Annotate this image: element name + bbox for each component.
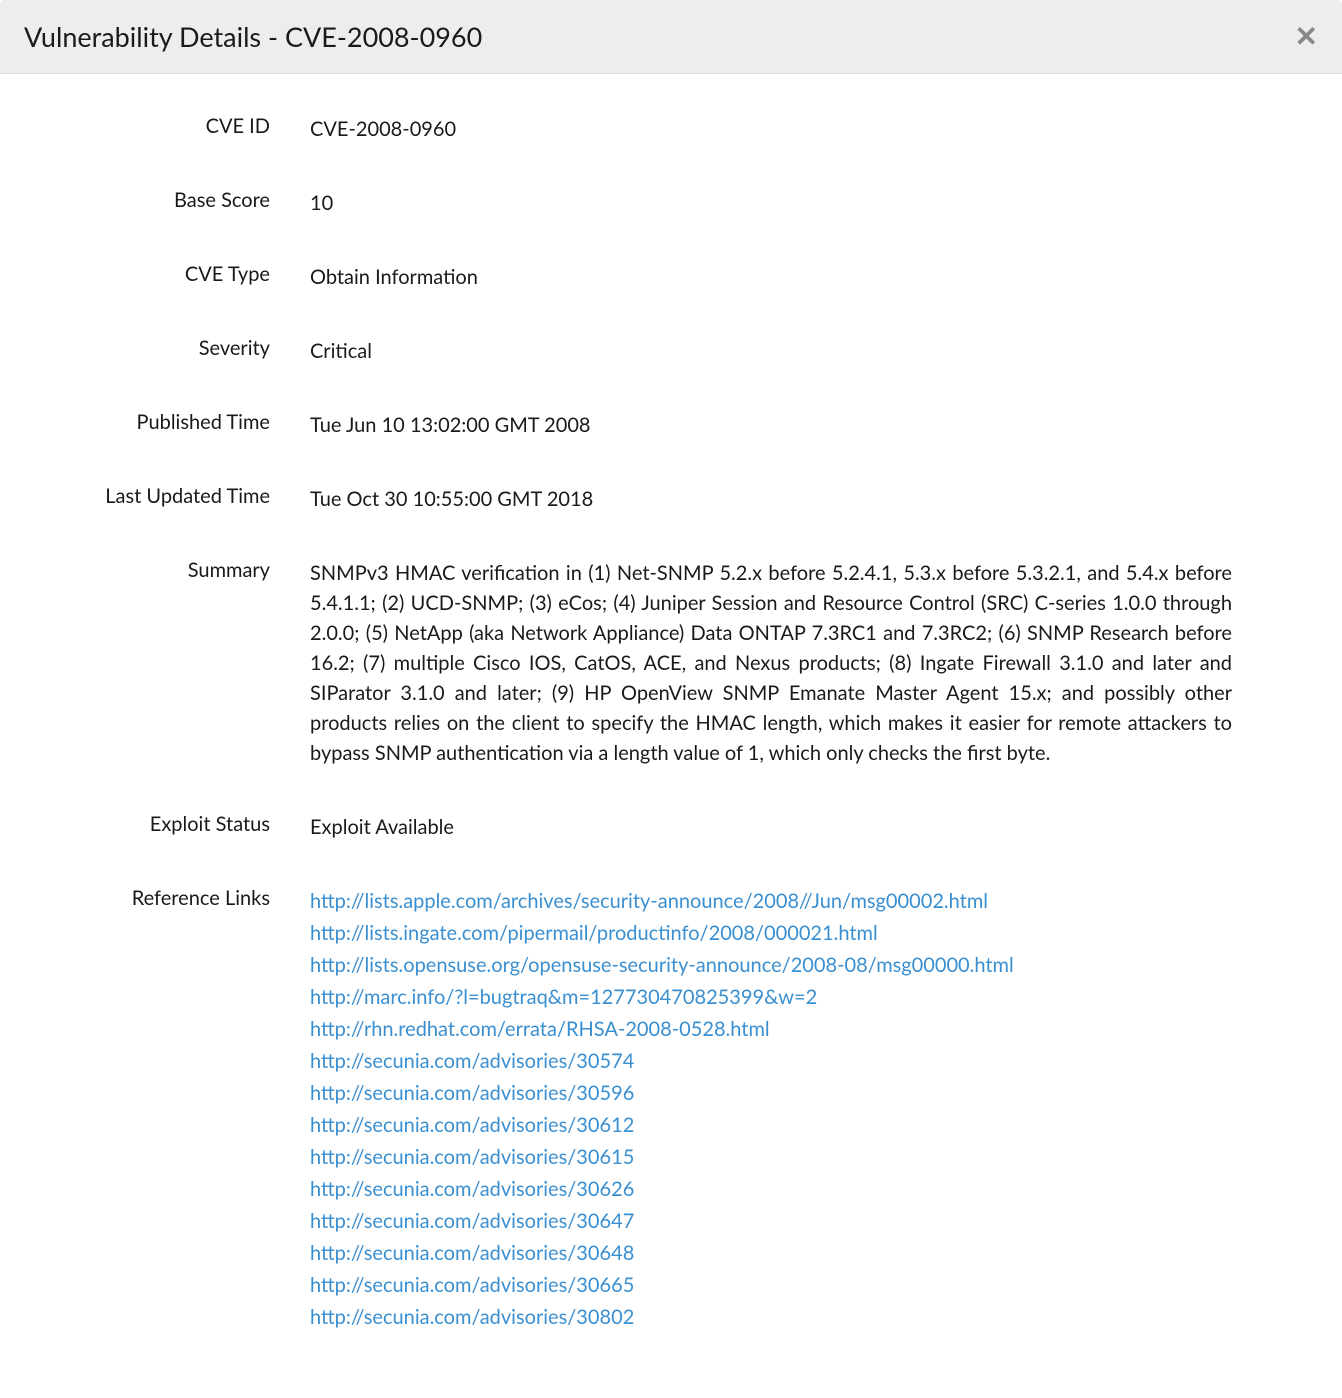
reference-link[interactable]: http://secunia.com/advisories/30574 bbox=[310, 1046, 1232, 1076]
reference-link[interactable]: http://secunia.com/advisories/30665 bbox=[310, 1270, 1232, 1300]
reference-link[interactable]: http://lists.ingate.com/pipermail/produc… bbox=[310, 918, 1232, 948]
reference-link[interactable]: http://secunia.com/advisories/30612 bbox=[310, 1110, 1232, 1140]
close-button[interactable]: ✕ bbox=[1295, 23, 1318, 51]
reference-link[interactable]: http://secunia.com/advisories/30802 bbox=[310, 1302, 1232, 1332]
value-published-time: Tue Jun 10 13:02:00 GMT 2008 bbox=[310, 410, 1282, 440]
reference-link[interactable]: http://rhn.redhat.com/errata/RHSA-2008-0… bbox=[310, 1014, 1232, 1044]
label-reference-links: Reference Links bbox=[60, 886, 310, 910]
reference-link[interactable]: http://lists.opensuse.org/opensuse-secur… bbox=[310, 950, 1232, 980]
label-summary: Summary bbox=[60, 558, 310, 582]
value-summary: SNMPv3 HMAC verification in (1) Net-SNMP… bbox=[310, 558, 1282, 768]
value-cve-id: CVE-2008-0960 bbox=[310, 114, 1282, 144]
row-last-updated-time: Last Updated Time Tue Oct 30 10:55:00 GM… bbox=[60, 484, 1282, 514]
row-cve-id: CVE ID CVE-2008-0960 bbox=[60, 114, 1282, 144]
value-cve-type: Obtain Information bbox=[310, 262, 1282, 292]
row-base-score: Base Score 10 bbox=[60, 188, 1282, 218]
reference-link[interactable]: http://secunia.com/advisories/30615 bbox=[310, 1142, 1232, 1172]
label-exploit-status: Exploit Status bbox=[60, 812, 310, 836]
label-last-updated-time: Last Updated Time bbox=[60, 484, 310, 508]
label-severity: Severity bbox=[60, 336, 310, 360]
reference-link[interactable]: http://secunia.com/advisories/30626 bbox=[310, 1174, 1232, 1204]
row-exploit-status: Exploit Status Exploit Available bbox=[60, 812, 1282, 842]
modal-header: Vulnerability Details - CVE-2008-0960 ✕ bbox=[0, 0, 1342, 74]
close-icon: ✕ bbox=[1295, 21, 1318, 52]
label-cve-id: CVE ID bbox=[60, 114, 310, 138]
modal-body: CVE ID CVE-2008-0960 Base Score 10 CVE T… bbox=[0, 74, 1342, 1398]
vulnerability-details-modal: Vulnerability Details - CVE-2008-0960 ✕ … bbox=[0, 0, 1342, 1398]
reference-link[interactable]: http://secunia.com/advisories/30647 bbox=[310, 1206, 1232, 1236]
row-cve-type: CVE Type Obtain Information bbox=[60, 262, 1282, 292]
label-cve-type: CVE Type bbox=[60, 262, 310, 286]
value-severity: Critical bbox=[310, 336, 1282, 366]
row-reference-links: Reference Links http://lists.apple.com/a… bbox=[60, 886, 1282, 1334]
row-severity: Severity Critical bbox=[60, 336, 1282, 366]
reference-link[interactable]: http://secunia.com/advisories/30596 bbox=[310, 1078, 1232, 1108]
reference-link[interactable]: http://marc.info/?l=bugtraq&m=1277304708… bbox=[310, 982, 1232, 1012]
value-exploit-status: Exploit Available bbox=[310, 812, 1282, 842]
row-published-time: Published Time Tue Jun 10 13:02:00 GMT 2… bbox=[60, 410, 1282, 440]
modal-title: Vulnerability Details - CVE-2008-0960 bbox=[24, 20, 482, 53]
value-last-updated-time: Tue Oct 30 10:55:00 GMT 2018 bbox=[310, 484, 1282, 514]
value-base-score: 10 bbox=[310, 188, 1282, 218]
row-summary: Summary SNMPv3 HMAC verification in (1) … bbox=[60, 558, 1282, 768]
reference-link[interactable]: http://lists.apple.com/archives/security… bbox=[310, 886, 1232, 916]
value-reference-links: http://lists.apple.com/archives/security… bbox=[310, 886, 1282, 1334]
reference-link[interactable]: http://secunia.com/advisories/30648 bbox=[310, 1238, 1232, 1268]
label-base-score: Base Score bbox=[60, 188, 310, 212]
label-published-time: Published Time bbox=[60, 410, 310, 434]
